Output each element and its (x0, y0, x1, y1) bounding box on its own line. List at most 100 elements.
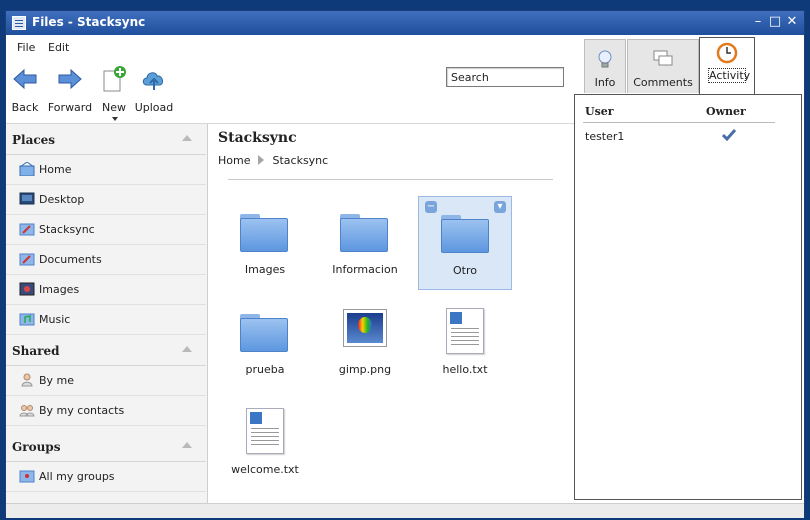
collapse-icon[interactable] (182, 346, 192, 352)
groups-title: Groups (12, 440, 61, 454)
file-name: welcome.txt (231, 463, 299, 476)
sidebar-item-label: By me (39, 374, 75, 387)
home-icon (19, 162, 35, 176)
close-icon[interactable]: ✕ (785, 14, 799, 30)
folder-icon (340, 214, 388, 252)
sidebar-item-label: Stacksync (39, 223, 95, 236)
sidebar-item-by-me[interactable]: By me (6, 366, 206, 396)
upload-cloud-icon (142, 72, 164, 90)
forward-arrow-icon (58, 68, 82, 90)
image-file-icon (343, 309, 387, 347)
shared-title: Shared (12, 344, 60, 358)
menu-bar: File Edit (6, 37, 576, 57)
collapse-icon[interactable] (182, 442, 192, 448)
app-window: Files - Stacksync – □ ✕ File Edit Back F… (5, 10, 805, 518)
images-icon (19, 282, 35, 296)
groups-header[interactable]: Groups (6, 431, 206, 462)
clock-icon (716, 42, 738, 64)
divider (228, 179, 553, 180)
file-name: Images (244, 263, 286, 276)
desktop-icon (19, 192, 35, 205)
details-panel: Info Comments Activity User Owner tester… (574, 37, 804, 503)
file-browser: Stacksync Home Stacksync Images Informaci… (208, 123, 574, 504)
file-name: Informacion (332, 263, 398, 276)
header-divider (583, 122, 775, 123)
text-file-icon (446, 308, 484, 354)
minimize-icon[interactable]: – (751, 14, 765, 30)
places-title: Places (12, 133, 56, 147)
sidebar-item-label: Desktop (39, 193, 85, 206)
sidebar-item-stacksync[interactable]: Stacksync (6, 215, 206, 245)
sidebar-item-label: Home (39, 163, 72, 176)
contacts-icon (19, 405, 35, 417)
lightbulb-icon (598, 50, 612, 68)
file-name: Otro (453, 264, 477, 277)
file-name: gimp.png (338, 363, 392, 376)
user-cell: tester1 (585, 130, 625, 143)
folder-icon (240, 314, 288, 352)
folder-title: Stacksync (218, 130, 297, 146)
menu-file[interactable]: File (17, 41, 35, 54)
places-header[interactable]: Places (6, 124, 206, 155)
folder-item-informacion[interactable]: Informacion (318, 196, 412, 290)
sidebar-item-label: All my groups (39, 470, 115, 483)
maximize-icon[interactable]: □ (768, 14, 782, 30)
sidebar-item-by-my-contacts[interactable]: By my contacts (6, 396, 206, 426)
file-item-hello-txt[interactable]: hello.txt (418, 296, 512, 390)
tab-comments[interactable]: Comments (627, 39, 699, 93)
text-file-icon (246, 408, 284, 454)
dropdown-arrow-icon (112, 117, 118, 121)
comments-icon (653, 50, 673, 66)
column-header-owner: Owner (706, 105, 746, 118)
activity-table: User Owner tester1 (574, 94, 802, 500)
breadcrumb-separator-icon (258, 155, 265, 165)
shared-header[interactable]: Shared (6, 335, 206, 366)
upload-label: Upload (134, 101, 174, 114)
upload-button[interactable]: Upload (123, 61, 185, 121)
sidebar-item-desktop[interactable]: Desktop (6, 185, 206, 215)
sidebar-item-label: By my contacts (39, 404, 125, 417)
user-icon (21, 373, 33, 387)
file-name: hello.txt (442, 363, 488, 376)
sidebar: Places Home Desktop Stacksync Documents … (6, 123, 208, 504)
search-input[interactable]: Search (446, 67, 564, 87)
sidebar-item-label: Images (39, 283, 80, 296)
tab-comments-label: Comments (633, 76, 693, 89)
title-bar: Files - Stacksync – □ ✕ (6, 11, 804, 35)
toolbar: Back Forward New Upload Search (6, 61, 576, 123)
breadcrumb-stacksync[interactable]: Stacksync (272, 154, 328, 167)
tab-info-label: Info (594, 76, 616, 89)
file-item-welcome-txt[interactable]: welcome.txt (218, 396, 312, 490)
stacksync-folder-icon (19, 223, 35, 236)
sidebar-item-documents[interactable]: Documents (6, 245, 206, 275)
music-icon (19, 313, 35, 326)
folder-icon (441, 215, 489, 253)
folder-item-images[interactable]: Images (218, 196, 312, 290)
status-bar (6, 503, 804, 518)
folder-icon (240, 214, 288, 252)
sidebar-item-music[interactable]: Music (6, 305, 206, 335)
tab-activity[interactable]: Activity (699, 37, 755, 95)
sidebar-item-label: Documents (39, 253, 102, 266)
column-header-user: User (585, 105, 614, 118)
file-item-gimp-png[interactable]: gimp.png (318, 296, 412, 390)
deselect-icon[interactable]: − (425, 201, 437, 213)
tab-info[interactable]: Info (584, 39, 626, 93)
tab-activity-label: Activity (708, 68, 751, 83)
options-chevron-icon[interactable]: ▾ (494, 201, 506, 213)
sidebar-item-images[interactable]: Images (6, 275, 206, 305)
file-name: prueba (245, 363, 285, 376)
sidebar-item-label: Music (39, 313, 71, 326)
sidebar-item-home[interactable]: Home (6, 155, 206, 185)
app-icon (12, 16, 26, 30)
folder-item-prueba[interactable]: prueba (218, 296, 312, 390)
window-title: Files - Stacksync (32, 15, 146, 29)
collapse-icon[interactable] (182, 135, 192, 141)
documents-folder-icon (19, 253, 35, 266)
sidebar-item-all-my-groups[interactable]: All my groups (6, 462, 206, 492)
menu-edit[interactable]: Edit (48, 41, 69, 54)
back-arrow-icon (13, 68, 37, 90)
check-icon (722, 129, 736, 141)
breadcrumb-home[interactable]: Home (218, 154, 250, 167)
folder-item-otro[interactable]: − ▾ Otro (418, 196, 512, 290)
